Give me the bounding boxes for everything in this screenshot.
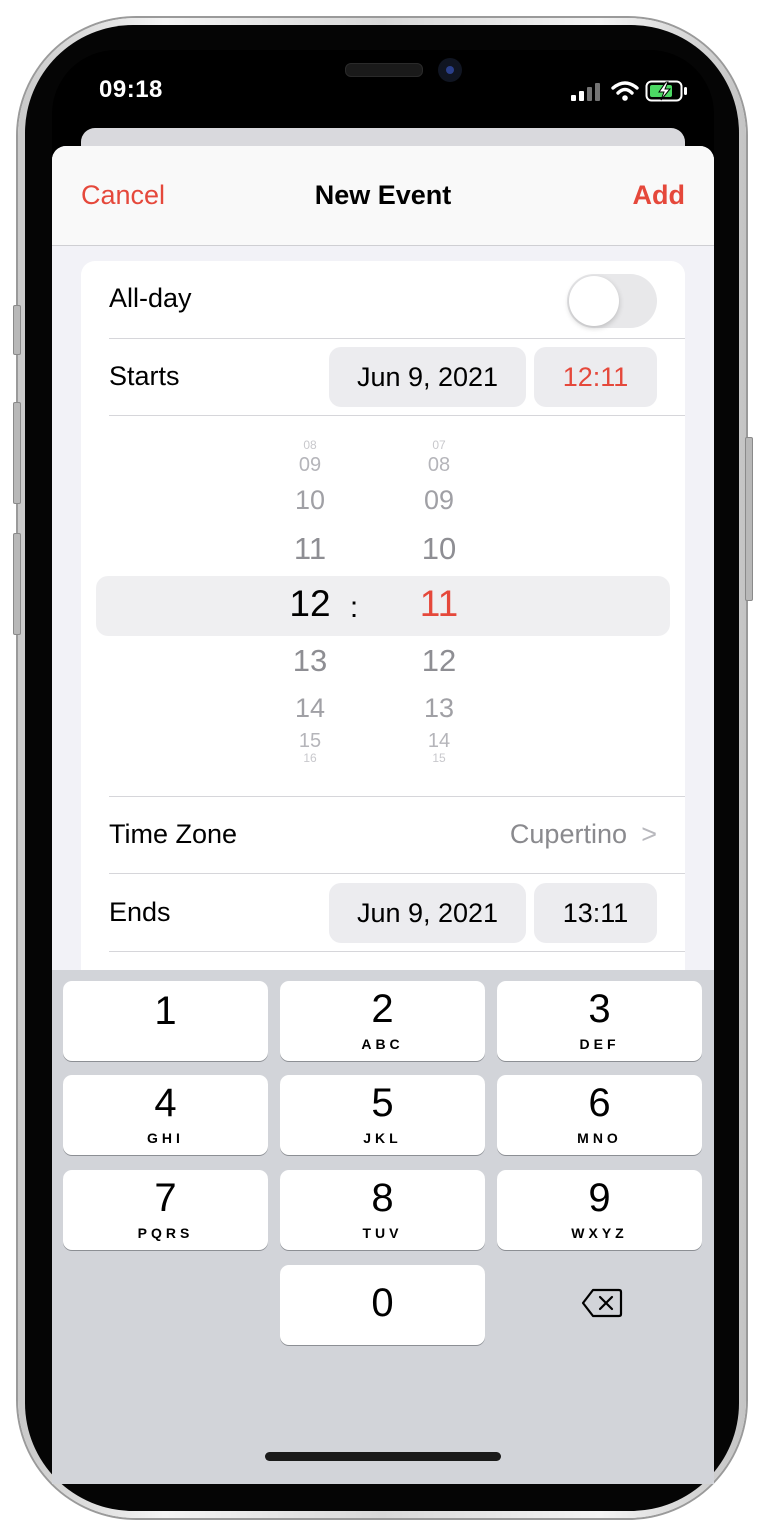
- key-letters: WXYZ: [571, 1225, 628, 1241]
- hour-option[interactable]: 10: [270, 485, 350, 516]
- key-4[interactable]: 4 GHI: [63, 1075, 268, 1155]
- hour-option[interactable]: 16: [270, 752, 350, 764]
- key-letters: MNO: [577, 1130, 622, 1146]
- divider: [109, 415, 685, 416]
- key-0[interactable]: 0: [280, 1265, 485, 1345]
- key-digit: 9: [588, 1176, 611, 1220]
- key-digit: 4: [154, 1081, 177, 1125]
- number-keypad: 1 2 ABC 3 DEF 4 GHI 5 JKL 6 MNO 7 PQRS 8…: [52, 970, 714, 1484]
- front-camera: [438, 58, 462, 82]
- hour-option[interactable]: 09: [270, 454, 350, 477]
- minute-option[interactable]: 08: [399, 454, 479, 477]
- divider: [109, 796, 685, 797]
- key-9[interactable]: 9 WXYZ: [497, 1170, 702, 1250]
- chevron-right-icon: >: [641, 819, 657, 849]
- minute-option[interactable]: 14: [399, 730, 479, 753]
- hour-option[interactable]: 11: [270, 531, 350, 567]
- key-2[interactable]: 2 ABC: [280, 981, 485, 1061]
- minute-option[interactable]: 07: [399, 439, 479, 451]
- key-digit: 8: [371, 1176, 394, 1220]
- earpiece-speaker: [345, 63, 423, 77]
- volume-down-button: [13, 533, 21, 635]
- key-digit: 1: [154, 989, 177, 1033]
- time-zone-value: Cupertino: [509, 819, 627, 849]
- all-day-label: All-day: [109, 283, 192, 313]
- picker-selection-band: [96, 576, 670, 636]
- navigation-bar: Cancel New Event Add: [52, 146, 714, 246]
- key-letters: JKL: [363, 1130, 402, 1146]
- hour-option[interactable]: 15: [270, 730, 350, 753]
- key-letters: ABC: [361, 1036, 404, 1052]
- key-digit: 5: [371, 1081, 394, 1125]
- divider: [109, 873, 685, 874]
- all-day-toggle[interactable]: [567, 274, 657, 328]
- starts-date-button[interactable]: Jun 9, 2021: [329, 347, 526, 407]
- time-separator: :: [349, 591, 359, 624]
- key-letters: PQRS: [137, 1225, 194, 1241]
- key-6[interactable]: 6 MNO: [497, 1075, 702, 1155]
- divider: [109, 951, 685, 952]
- key-3[interactable]: 3 DEF: [497, 981, 702, 1061]
- hour-option[interactable]: 08: [270, 439, 350, 451]
- key-letters: DEF: [579, 1036, 620, 1052]
- page-title: New Event: [314, 180, 452, 210]
- key-digit: 2: [371, 987, 394, 1031]
- wifi-icon: [611, 81, 639, 101]
- key-5[interactable]: 5 JKL: [280, 1075, 485, 1155]
- home-indicator[interactable]: [265, 1452, 501, 1461]
- cellular-signal-icon: [571, 83, 601, 101]
- key-8[interactable]: 8 TUV: [280, 1170, 485, 1250]
- starts-time-button[interactable]: 12:11: [534, 347, 657, 407]
- minute-selected[interactable]: 11: [399, 583, 479, 625]
- ends-time-button[interactable]: 13:11: [534, 883, 657, 943]
- starts-label: Starts: [109, 361, 180, 391]
- date-settings-group: All-day Starts Jun 9, 2021 12:11 08 09 1…: [81, 261, 685, 1001]
- volume-up-button: [13, 402, 21, 504]
- toggle-knob: [569, 276, 619, 326]
- key-digit: 6: [588, 1081, 611, 1125]
- hour-option[interactable]: 14: [270, 693, 350, 724]
- divider: [109, 338, 685, 339]
- new-event-sheet: Cancel New Event Add All-day Starts Jun …: [52, 146, 714, 1484]
- battery-charging-icon: [645, 80, 687, 102]
- status-time: 09:18: [99, 76, 163, 103]
- key-1[interactable]: 1: [63, 981, 268, 1061]
- key-digit: 3: [588, 987, 611, 1031]
- key-7[interactable]: 7 PQRS: [63, 1170, 268, 1250]
- mute-switch: [13, 305, 21, 355]
- hour-option[interactable]: 13: [270, 643, 350, 679]
- power-button: [745, 437, 753, 601]
- minute-option[interactable]: 13: [399, 693, 479, 724]
- minute-option[interactable]: 15: [399, 752, 479, 764]
- delete-backspace-icon[interactable]: [581, 1288, 623, 1318]
- minute-option[interactable]: 12: [399, 643, 479, 679]
- ends-date-button[interactable]: Jun 9, 2021: [329, 883, 526, 943]
- minute-option[interactable]: 10: [399, 531, 479, 567]
- key-digit: 0: [371, 1281, 394, 1325]
- key-letters: GHI: [147, 1130, 184, 1146]
- key-letters: TUV: [362, 1225, 403, 1241]
- ends-label: Ends: [109, 897, 171, 927]
- key-digit: 7: [154, 1176, 177, 1220]
- time-zone-label: Time Zone: [109, 819, 238, 849]
- add-button[interactable]: Add: [633, 180, 685, 211]
- minute-option[interactable]: 09: [399, 485, 479, 516]
